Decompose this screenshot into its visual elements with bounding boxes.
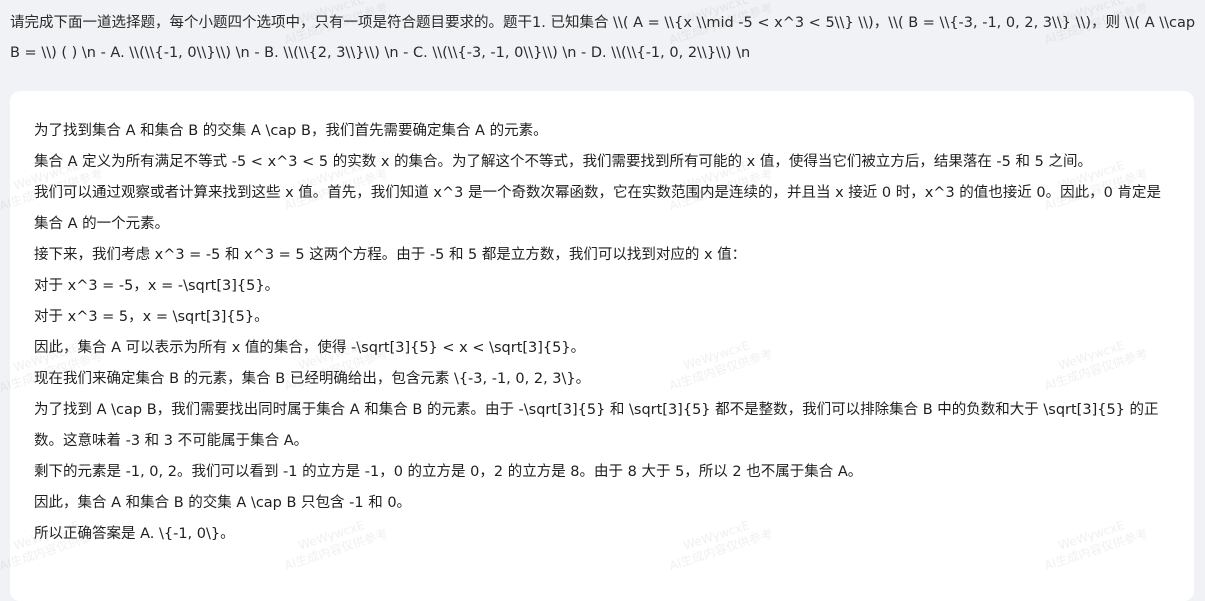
answer-line: 我们可以通过观察或者计算来找到这些 x 值。首先，我们知道 x^3 是一个奇数次…	[34, 185, 1161, 232]
answer-line: 现在我们来确定集合 B 的元素，集合 B 已经明确给出，包含元素 \{-3, -…	[34, 371, 591, 387]
answer-line: 因此，集合 A 可以表示为所有 x 值的集合，使得 -\sqrt[3]{5} <…	[34, 340, 586, 356]
answer-line: 为了找到集合 A 和集合 B 的交集 A \cap B，我们首先需要确定集合 A…	[34, 123, 548, 139]
answer-line: 对于 x^3 = 5，x = \sqrt[3]{5}。	[34, 309, 269, 325]
answer-line: 对于 x^3 = -5，x = -\sqrt[3]{5}。	[34, 278, 280, 294]
answer-card: 为了找到集合 A 和集合 B 的交集 A \cap B，我们首先需要确定集合 A…	[10, 91, 1194, 601]
answer-line: 为了找到 A \cap B，我们需要找出同时属于集合 A 和集合 B 的元素。由…	[34, 402, 1159, 449]
answer-line: 因此，集合 A 和集合 B 的交集 A \cap B 只包含 -1 和 0。	[34, 495, 412, 511]
answer-line: 接下来，我们考虑 x^3 = -5 和 x^3 = 5 这两个方程。由于 -5 …	[34, 247, 747, 263]
answer-line: 所以正确答案是 A. \{-1, 0\}。	[34, 526, 235, 542]
answer-line: 剩下的元素是 -1, 0, 2。我们可以看到 -1 的立方是 -1，0 的立方是…	[34, 464, 863, 480]
answer-line: 集合 A 定义为所有满足不等式 -5 < x^3 < 5 的实数 x 的集合。为…	[34, 154, 1092, 170]
question-text: 请完成下面一道选择题，每个小题四个选项中，只有一项是符合题目要求的。题干1. 已…	[10, 15, 1196, 61]
